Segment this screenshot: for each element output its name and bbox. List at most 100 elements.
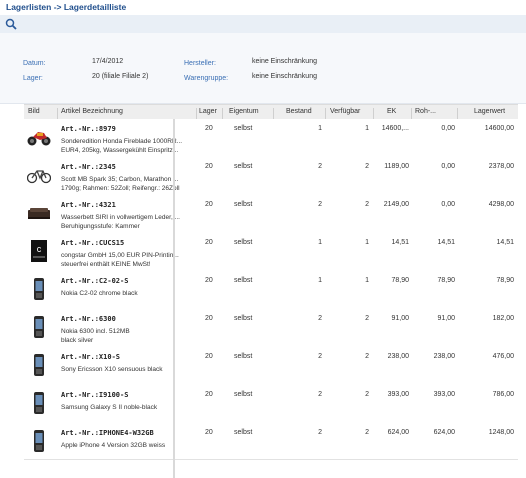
warengruppe-label: Warengruppe: bbox=[184, 75, 229, 82]
bestand-cell: 2 bbox=[318, 201, 322, 208]
roh-cell: 0,00 bbox=[441, 163, 455, 170]
roh-cell: 624,00 bbox=[433, 429, 455, 436]
article-number[interactable]: Art.-Nr.:IPHONE4-W32GB bbox=[61, 429, 154, 437]
lagerwert-cell: 78,90 bbox=[496, 277, 514, 284]
verfuegbar-cell: 2 bbox=[365, 315, 369, 322]
verfuegbar-cell: 2 bbox=[365, 429, 369, 436]
col-eigentum[interactable]: Eigentum bbox=[229, 108, 259, 115]
lager-cell: 20 bbox=[205, 277, 213, 284]
product-thumbnail bbox=[27, 277, 51, 301]
article-number[interactable]: Art.-Nr.:2345 bbox=[61, 163, 116, 171]
col-lagerwert[interactable]: Lagerwert bbox=[474, 108, 505, 115]
eigentum-cell: selbst bbox=[234, 429, 253, 436]
article-number[interactable]: Art.-Nr.:8979 bbox=[61, 125, 116, 133]
verfuegbar-cell: 2 bbox=[365, 163, 369, 170]
lager-cell: 20 bbox=[205, 429, 213, 436]
table-row[interactable]: Art.-Nr.:X10-S Sony Ericsson X10 sensuous… bbox=[24, 347, 518, 386]
product-thumbnail: c bbox=[27, 239, 51, 263]
lagerwert-cell: 476,00 bbox=[492, 353, 514, 360]
article-description: Samsung Galaxy S II noble-black bbox=[61, 404, 158, 411]
lagerwert-cell: 4298,00 bbox=[488, 201, 514, 208]
bestand-cell: 1 bbox=[318, 125, 322, 132]
ek-cell: 624,00 bbox=[387, 429, 409, 436]
lagerwert-cell: 1248,00 bbox=[488, 429, 514, 436]
bestand-cell: 1 bbox=[318, 277, 322, 284]
table-row[interactable]: Art.-Nr.:8979 Sonderedition Honda Firebla… bbox=[24, 119, 518, 158]
article-number[interactable]: Art.-Nr.:CUCS15 bbox=[61, 239, 124, 247]
lagerwert-cell: 182,00 bbox=[492, 315, 514, 322]
ek-cell: 2149,00 bbox=[383, 201, 409, 208]
article-number[interactable]: Art.-Nr.:I9100-S bbox=[61, 391, 128, 399]
ek-cell: 91,00 bbox=[391, 315, 409, 322]
product-thumbnail bbox=[27, 391, 51, 415]
col-bestand[interactable]: Bestand bbox=[286, 108, 312, 115]
product-thumbnail bbox=[27, 353, 51, 377]
eigentum-cell: selbst bbox=[234, 125, 253, 132]
article-number[interactable]: Art.-Nr.:6300 bbox=[61, 315, 116, 323]
eigentum-cell: selbst bbox=[234, 391, 253, 398]
col-bild[interactable]: Bild bbox=[28, 108, 40, 115]
col-roh[interactable]: Roh-... bbox=[415, 108, 436, 115]
product-thumbnail bbox=[27, 125, 51, 149]
eigentum-cell: selbst bbox=[234, 239, 253, 246]
ek-cell: 78,90 bbox=[391, 277, 409, 284]
breadcrumb[interactable]: Lagerlisten -> Lagerdetailliste bbox=[6, 2, 126, 12]
bestand-cell: 1 bbox=[318, 239, 322, 246]
bestand-cell: 2 bbox=[318, 429, 322, 436]
roh-cell: 0,00 bbox=[441, 125, 455, 132]
lager-value: 20 (filiale Filiale 2) bbox=[92, 73, 149, 80]
roh-cell: 0,00 bbox=[441, 201, 455, 208]
eigentum-cell: selbst bbox=[234, 163, 253, 170]
lagerwert-cell: 786,00 bbox=[492, 391, 514, 398]
article-description: Sony Ericsson X10 sensuous black bbox=[61, 366, 163, 373]
article-description: Sonderedition Honda Fireblade 1000RR... … bbox=[61, 138, 183, 154]
hersteller-value: keine Einschränkung bbox=[252, 58, 317, 65]
article-number[interactable]: Art.-Nr.:X10-S bbox=[61, 353, 120, 361]
ek-cell: 393,00 bbox=[387, 391, 409, 398]
eigentum-cell: selbst bbox=[234, 353, 253, 360]
table-row[interactable]: Art.-Nr.:2345 Scott MB Spark 35; Carbon, … bbox=[24, 157, 518, 196]
col-verfuegbar[interactable]: Verfügbar bbox=[330, 108, 360, 115]
verfuegbar-cell: 1 bbox=[365, 125, 369, 132]
lager-cell: 20 bbox=[205, 353, 213, 360]
search-icon[interactable] bbox=[5, 18, 17, 30]
article-number[interactable]: Art.-Nr.:C2-02-S bbox=[61, 277, 128, 285]
article-description: Nokia C2-02 chrome black bbox=[61, 290, 138, 297]
roh-cell: 238,00 bbox=[433, 353, 455, 360]
col-ek[interactable]: EK bbox=[387, 108, 396, 115]
lager-cell: 20 bbox=[205, 239, 213, 246]
datum-label: Datum: bbox=[23, 60, 46, 67]
lagerwert-cell: 14600,00 bbox=[484, 125, 514, 132]
eigentum-cell: selbst bbox=[234, 201, 253, 208]
verfuegbar-cell: 1 bbox=[365, 277, 369, 284]
eigentum-cell: selbst bbox=[234, 277, 253, 284]
table-row[interactable]: Art.-Nr.:6300 Nokia 6300 incl. 512MB blac… bbox=[24, 309, 518, 348]
article-description: Scott MB Spark 35; Carbon, Marathon ... … bbox=[61, 176, 180, 192]
lager-cell: 20 bbox=[205, 163, 213, 170]
article-number[interactable]: Art.-Nr.:4321 bbox=[61, 201, 116, 209]
col-lager[interactable]: Lager bbox=[199, 108, 217, 115]
table-row[interactable]: Art.-Nr.:I9100-S Samsung Galaxy S II nobl… bbox=[24, 385, 518, 424]
roh-cell: 91,00 bbox=[437, 315, 455, 322]
lager-cell: 20 bbox=[205, 391, 213, 398]
verfuegbar-cell: 2 bbox=[365, 353, 369, 360]
roh-cell: 78,90 bbox=[437, 277, 455, 284]
article-description: Wasserbett SIRI in vollwertigem Leder, .… bbox=[61, 214, 180, 230]
product-thumbnail bbox=[27, 201, 51, 225]
bestand-cell: 2 bbox=[318, 163, 322, 170]
lagerwert-cell: 14,51 bbox=[496, 239, 514, 246]
bestand-cell: 2 bbox=[318, 315, 322, 322]
column-resizer[interactable] bbox=[173, 119, 175, 478]
product-thumbnail bbox=[26, 163, 52, 187]
table-row[interactable]: Art.-Nr.:IPHONE4-W32GB Apple iPhone 4 Ver… bbox=[24, 423, 518, 460]
article-description: Apple iPhone 4 Version 32GB weiss bbox=[61, 442, 166, 449]
table-row[interactable]: c Art.-Nr.:CUCS15 congstar GmbH 15,00 EUR … bbox=[24, 233, 518, 272]
table-row[interactable]: Art.-Nr.:4321 Wasserbett SIRI in vollwert… bbox=[24, 195, 518, 234]
lager-cell: 20 bbox=[205, 125, 213, 132]
ek-cell: 14600,... bbox=[381, 125, 409, 132]
product-thumbnail bbox=[27, 315, 51, 339]
table-row[interactable]: Art.-Nr.:C2-02-S Nokia C2-02 chrome black… bbox=[24, 271, 518, 310]
bestand-cell: 2 bbox=[318, 353, 322, 360]
col-bezeichnung[interactable]: Artikel Bezeichnung bbox=[61, 108, 123, 115]
ek-cell: 1189,00 bbox=[384, 163, 409, 170]
